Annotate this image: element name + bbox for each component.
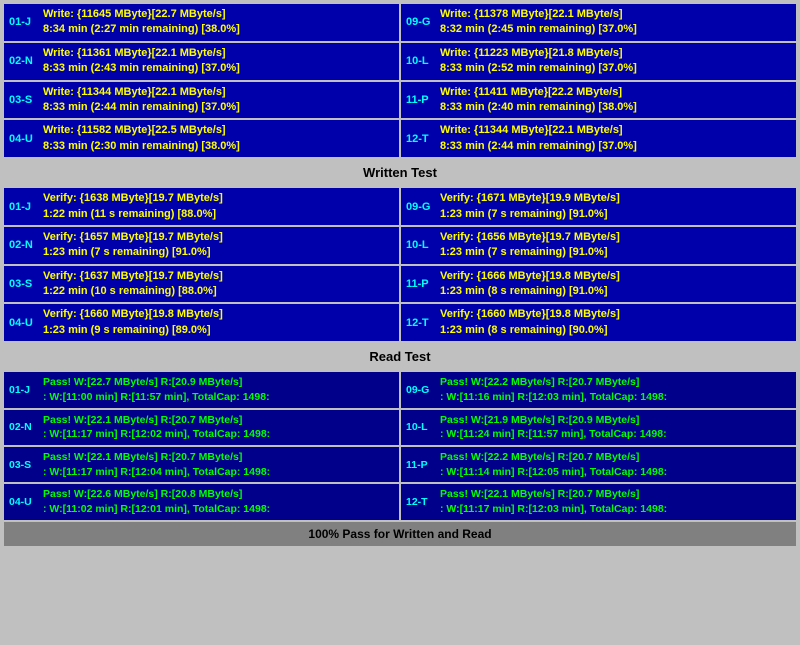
written-test-header: Written Test xyxy=(4,161,796,184)
cell-label: 11-P xyxy=(406,450,434,479)
cell-label: 03-S xyxy=(9,450,37,479)
cell-label: 09-G xyxy=(406,375,434,404)
cell-label: 04-U xyxy=(9,487,37,516)
grid-cell: 09-GWrite: {11378 MByte}[22.1 MByte/s]8:… xyxy=(401,4,796,41)
cell-label: 02-N xyxy=(9,230,37,261)
grid-cell: 04-UVerify: {1660 MByte}[19.8 MByte/s]1:… xyxy=(4,304,399,341)
cell-label: 10-L xyxy=(406,413,434,442)
cell-label: 01-J xyxy=(9,191,37,222)
cell-content: Write: {11361 MByte}[22.1 MByte/s]8:33 m… xyxy=(43,46,240,77)
grid-cell: 12-TWrite: {11344 MByte}[22.1 MByte/s]8:… xyxy=(401,120,796,157)
cell-content: Write: {11344 MByte}[22.1 MByte/s]8:33 m… xyxy=(440,123,637,154)
verify-section: 01-JVerify: {1638 MByte}[19.7 MByte/s]1:… xyxy=(4,188,796,368)
cell-label: 02-N xyxy=(9,46,37,77)
cell-content: Write: {11344 MByte}[22.1 MByte/s]8:33 m… xyxy=(43,85,240,116)
cell-label: 01-J xyxy=(9,375,37,404)
cell-content: Pass! W:[22.1 MByte/s] R:[20.7 MByte/s]:… xyxy=(440,487,667,516)
grid-cell: 12-TPass! W:[22.1 MByte/s] R:[20.7 MByte… xyxy=(401,484,796,519)
grid-cell: 01-JPass! W:[22.7 MByte/s] R:[20.9 MByte… xyxy=(4,372,399,407)
cell-content: Verify: {1660 MByte}[19.8 MByte/s]1:23 m… xyxy=(43,307,223,338)
footer-bar: 100% Pass for Written and Read xyxy=(4,522,796,546)
cell-content: Pass! W:[22.6 MByte/s] R:[20.8 MByte/s]:… xyxy=(43,487,270,516)
cell-label: 09-G xyxy=(406,191,434,222)
grid-cell: 01-JVerify: {1638 MByte}[19.7 MByte/s]1:… xyxy=(4,188,399,225)
grid-cell: 03-SWrite: {11344 MByte}[22.1 MByte/s]8:… xyxy=(4,82,399,119)
cell-label: 12-T xyxy=(406,487,434,516)
grid-cell: 02-NVerify: {1657 MByte}[19.7 MByte/s]1:… xyxy=(4,227,399,264)
cell-label: 09-G xyxy=(406,7,434,38)
cell-content: Verify: {1660 MByte}[19.8 MByte/s]1:23 m… xyxy=(440,307,620,338)
cell-label: 04-U xyxy=(9,123,37,154)
pass-section: 01-JPass! W:[22.7 MByte/s] R:[20.9 MByte… xyxy=(4,372,796,546)
pass-grid: 01-JPass! W:[22.7 MByte/s] R:[20.9 MByte… xyxy=(4,372,796,520)
grid-cell: 10-LPass! W:[21.9 MByte/s] R:[20.9 MByte… xyxy=(401,410,796,445)
grid-cell: 04-UWrite: {11582 MByte}[22.5 MByte/s]8:… xyxy=(4,120,399,157)
cell-label: 10-L xyxy=(406,230,434,261)
grid-cell: 12-TVerify: {1660 MByte}[19.8 MByte/s]1:… xyxy=(401,304,796,341)
cell-content: Verify: {1637 MByte}[19.7 MByte/s]1:22 m… xyxy=(43,269,223,300)
grid-cell: 03-SPass! W:[22.1 MByte/s] R:[20.7 MByte… xyxy=(4,447,399,482)
cell-content: Pass! W:[21.9 MByte/s] R:[20.9 MByte/s]:… xyxy=(440,413,667,442)
cell-content: Verify: {1666 MByte}[19.8 MByte/s]1:23 m… xyxy=(440,269,620,300)
grid-cell: 11-PPass! W:[22.2 MByte/s] R:[20.7 MByte… xyxy=(401,447,796,482)
grid-cell: 10-LWrite: {11223 MByte}[21.8 MByte/s]8:… xyxy=(401,43,796,80)
cell-content: Verify: {1671 MByte}[19.9 MByte/s]1:23 m… xyxy=(440,191,620,222)
read-test-header: Read Test xyxy=(4,345,796,368)
cell-content: Write: {11411 MByte}[22.2 MByte/s]8:33 m… xyxy=(440,85,637,116)
cell-label: 02-N xyxy=(9,413,37,442)
grid-cell: 02-NWrite: {11361 MByte}[22.1 MByte/s]8:… xyxy=(4,43,399,80)
cell-content: Write: {11223 MByte}[21.8 MByte/s]8:33 m… xyxy=(440,46,637,77)
cell-content: Verify: {1656 MByte}[19.7 MByte/s]1:23 m… xyxy=(440,230,620,261)
grid-cell: 01-JWrite: {11645 MByte}[22.7 MByte/s]8:… xyxy=(4,4,399,41)
grid-cell: 04-UPass! W:[22.6 MByte/s] R:[20.8 MByte… xyxy=(4,484,399,519)
grid-cell: 11-PWrite: {11411 MByte}[22.2 MByte/s]8:… xyxy=(401,82,796,119)
cell-content: Pass! W:[22.7 MByte/s] R:[20.9 MByte/s]:… xyxy=(43,375,270,404)
grid-cell: 10-LVerify: {1656 MByte}[19.7 MByte/s]1:… xyxy=(401,227,796,264)
cell-label: 12-T xyxy=(406,123,434,154)
write-section: 01-JWrite: {11645 MByte}[22.7 MByte/s]8:… xyxy=(4,4,796,184)
cell-label: 12-T xyxy=(406,307,434,338)
cell-label: 01-J xyxy=(9,7,37,38)
cell-label: 10-L xyxy=(406,46,434,77)
cell-label: 03-S xyxy=(9,85,37,116)
grid-cell: 02-NPass! W:[22.1 MByte/s] R:[20.7 MByte… xyxy=(4,410,399,445)
cell-content: Write: {11582 MByte}[22.5 MByte/s]8:33 m… xyxy=(43,123,240,154)
grid-cell: 09-GPass! W:[22.2 MByte/s] R:[20.7 MByte… xyxy=(401,372,796,407)
cell-content: Write: {11378 MByte}[22.1 MByte/s]8:32 m… xyxy=(440,7,637,38)
main-container: 01-JWrite: {11645 MByte}[22.7 MByte/s]8:… xyxy=(0,0,800,552)
grid-cell: 09-GVerify: {1671 MByte}[19.9 MByte/s]1:… xyxy=(401,188,796,225)
grid-cell: 03-SVerify: {1637 MByte}[19.7 MByte/s]1:… xyxy=(4,266,399,303)
grid-cell: 11-PVerify: {1666 MByte}[19.8 MByte/s]1:… xyxy=(401,266,796,303)
cell-content: Pass! W:[22.1 MByte/s] R:[20.7 MByte/s]:… xyxy=(43,413,270,442)
write-grid: 01-JWrite: {11645 MByte}[22.7 MByte/s]8:… xyxy=(4,4,796,157)
cell-content: Pass! W:[22.1 MByte/s] R:[20.7 MByte/s]:… xyxy=(43,450,270,479)
cell-label: 04-U xyxy=(9,307,37,338)
cell-label: 11-P xyxy=(406,269,434,300)
cell-content: Write: {11645 MByte}[22.7 MByte/s]8:34 m… xyxy=(43,7,240,38)
cell-content: Pass! W:[22.2 MByte/s] R:[20.7 MByte/s]:… xyxy=(440,450,667,479)
cell-label: 03-S xyxy=(9,269,37,300)
verify-grid: 01-JVerify: {1638 MByte}[19.7 MByte/s]1:… xyxy=(4,188,796,341)
cell-label: 11-P xyxy=(406,85,434,116)
cell-content: Verify: {1657 MByte}[19.7 MByte/s]1:23 m… xyxy=(43,230,223,261)
cell-content: Pass! W:[22.2 MByte/s] R:[20.7 MByte/s]:… xyxy=(440,375,667,404)
cell-content: Verify: {1638 MByte}[19.7 MByte/s]1:22 m… xyxy=(43,191,223,222)
